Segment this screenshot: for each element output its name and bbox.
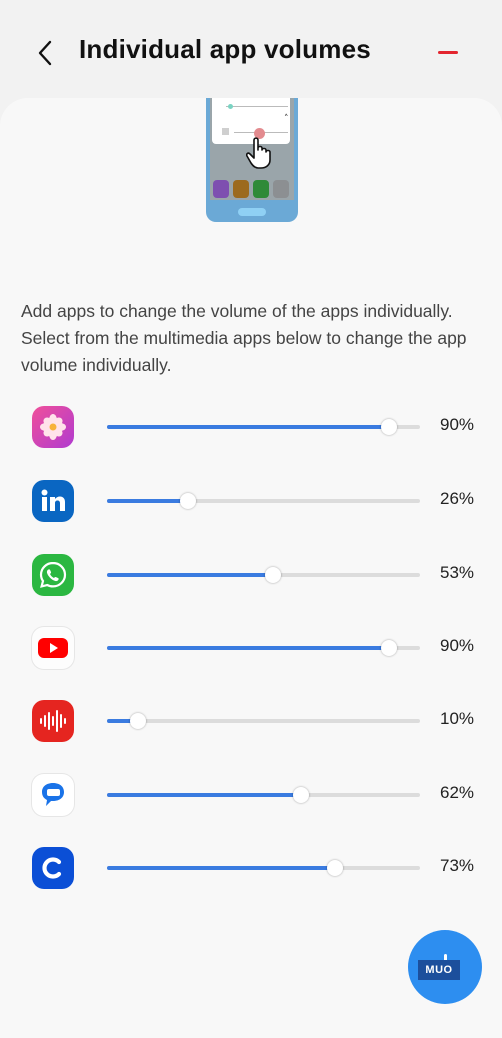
slider-fill xyxy=(107,866,335,870)
app-volume-row: 10% xyxy=(0,690,502,750)
illustration-app xyxy=(273,180,289,198)
slider-fill xyxy=(107,793,301,797)
volume-percentage: 53% xyxy=(440,563,475,582)
watermark-logo: MUO xyxy=(418,960,460,980)
app-volume-row: 90% xyxy=(0,396,502,456)
linkedin-icon[interactable] xyxy=(32,480,74,522)
app-volume-row: 62% xyxy=(0,764,502,824)
remove-button[interactable] xyxy=(430,38,466,66)
page-title: Individual app volumes xyxy=(79,34,371,64)
slider-fill xyxy=(107,573,273,577)
volume-percentage: 26% xyxy=(440,489,475,508)
back-button[interactable] xyxy=(30,36,60,70)
illustration-app xyxy=(213,180,229,198)
minus-icon xyxy=(438,50,458,54)
app-volume-row: 73% xyxy=(0,837,502,897)
volume-percentage: 90% xyxy=(440,415,475,434)
slider-thumb[interactable] xyxy=(327,860,343,876)
illustration-app xyxy=(253,180,269,198)
phone-illustration: ˄ xyxy=(206,98,298,222)
volume-percentage: 10% xyxy=(440,709,475,728)
slider-thumb[interactable] xyxy=(265,567,281,583)
gallery-flower-icon[interactable] xyxy=(32,406,74,448)
slider-thumb[interactable] xyxy=(381,640,397,656)
messages-icon[interactable] xyxy=(32,774,74,816)
whatsapp-icon[interactable] xyxy=(32,554,74,596)
app-volume-row: 90% xyxy=(0,617,502,677)
volume-slider[interactable] xyxy=(107,782,420,808)
volume-slider[interactable] xyxy=(107,855,420,881)
slider-fill xyxy=(107,425,389,429)
app-volume-row: 53% xyxy=(0,544,502,604)
voice-recorder-icon[interactable] xyxy=(32,700,74,742)
chevron-left-icon xyxy=(38,40,52,66)
slider-fill xyxy=(107,646,389,650)
slider-fill xyxy=(107,499,188,503)
volume-slider[interactable] xyxy=(107,488,420,514)
app-volume-row: 26% xyxy=(0,470,502,530)
illustration-chevron-up-icon: ˄ xyxy=(284,114,289,124)
volume-slider[interactable] xyxy=(107,562,420,588)
volume-slider[interactable] xyxy=(107,635,420,661)
slider-thumb[interactable] xyxy=(180,493,196,509)
slider-thumb[interactable] xyxy=(293,787,309,803)
illustration-app xyxy=(233,180,249,198)
header: Individual app volumes xyxy=(0,0,502,100)
volume-slider[interactable] xyxy=(107,708,420,734)
volume-percentage: 90% xyxy=(440,636,475,655)
slider-thumb[interactable] xyxy=(381,419,397,435)
volume-slider[interactable] xyxy=(107,414,420,440)
description-text: Add apps to change the volume of the app… xyxy=(21,301,467,375)
youtube-icon[interactable] xyxy=(32,627,74,669)
illustration-home-bar xyxy=(238,208,266,216)
hand-pointer-icon xyxy=(246,137,271,169)
volume-percentage: 62% xyxy=(440,783,475,802)
volume-percentage: 73% xyxy=(440,856,475,875)
c-app-icon[interactable] xyxy=(32,847,74,889)
slider-thumb[interactable] xyxy=(130,713,146,729)
